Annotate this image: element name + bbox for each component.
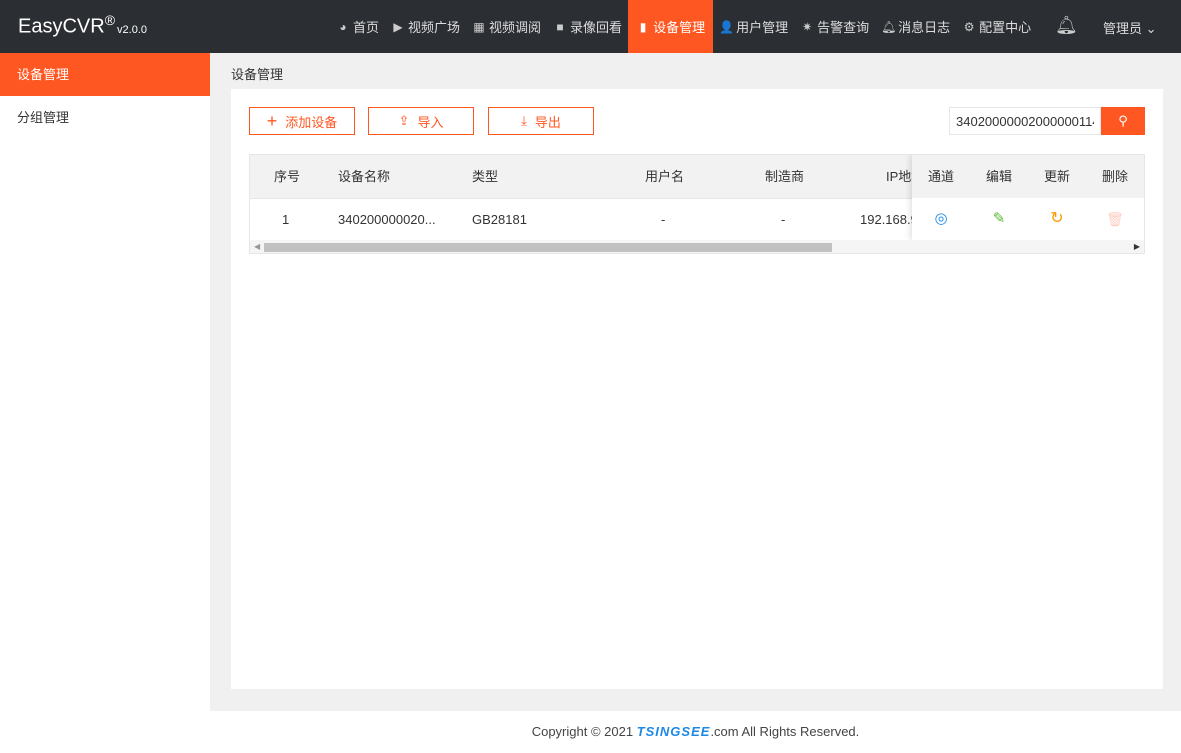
refresh-icon[interactable]: ↻ <box>1028 198 1086 240</box>
cell-ip: 192.168.9 <box>860 212 918 227</box>
device-icon: ▮ <box>639 19 647 34</box>
dashboard-icon: ◕ <box>339 19 347 34</box>
nav-video-view[interactable]: ▦ 视频调阅 <box>466 0 547 53</box>
gear-icon: ⚙ <box>963 19 975 34</box>
nav-video-square[interactable]: ▶ 视频广场 <box>385 0 466 53</box>
bell-icon: 🔔︎ <box>881 19 897 34</box>
user-name: 管理员 <box>1103 21 1143 36</box>
nav-label: 告警查询 <box>817 20 870 35</box>
th-delete: 删除 <box>1101 169 1128 184</box>
channel-camera-icon[interactable]: ◎ <box>912 198 970 240</box>
search-icon: ⚲ <box>1118 113 1128 128</box>
th-manufacturer: 制造商 <box>765 169 805 184</box>
version: v2.0.0 <box>117 23 147 36</box>
footer: Copyright © 2021 TSINGSEE.com All Rights… <box>210 711 1181 753</box>
delete-icon[interactable]: 🗑︎ <box>1086 198 1144 240</box>
download-icon: ⤓ <box>521 113 527 128</box>
nav-label: 消息日志 <box>898 20 951 35</box>
nav-user-management[interactable]: 👤 用户管理 <box>713 0 794 53</box>
nav-label: 配置中心 <box>979 20 1032 35</box>
cell-index: 1 <box>282 212 290 227</box>
horizontal-scrollbar[interactable]: ◀ ▶ <box>250 240 1144 253</box>
nav-label: 录像回看 <box>570 20 623 35</box>
th-index: 序号 <box>274 169 301 184</box>
cell-username: - <box>661 212 666 227</box>
logo-reg: ® <box>104 12 116 28</box>
th-edit: 编辑 <box>985 169 1012 184</box>
search-input[interactable] <box>949 107 1101 135</box>
sidebar: 设备管理 分组管理 <box>0 53 210 753</box>
cell-name: 340200000020... <box>338 212 436 227</box>
nav-home[interactable]: ◕ 首页 <box>330 0 385 53</box>
add-label: 添加设备 <box>285 114 338 130</box>
device-table: 序号 设备名称 类型 用户名 制造商 IP地址 1 340200000020..… <box>249 154 1145 254</box>
logo: EasyCVR®v2.0.0 <box>18 12 147 39</box>
cell-type: GB28181 <box>472 212 527 227</box>
sidebar-item-group-management[interactable]: 分组管理 <box>0 96 210 139</box>
fixed-action-columns: 通道 编辑 更新 删除 ◎ ✎ ↻ 🗑︎ <box>912 155 1144 240</box>
cell-manufacturer: - <box>781 212 786 227</box>
edit-icon[interactable]: ✎ <box>970 198 1028 240</box>
user-icon: 👤 <box>719 19 735 34</box>
th-type: 类型 <box>472 169 499 184</box>
content-card: + 添加设备 ⇪ 导入 ⤓ 导出 ⚲ 序号 设备名称 类型 用户名 制造商 IP地址 … <box>231 89 1163 689</box>
nav-label: 设备管理 <box>653 20 706 35</box>
export-button[interactable]: ⤓ 导出 <box>488 107 594 135</box>
rights-text: .com All Rights Reserved. <box>710 724 860 739</box>
import-button[interactable]: ⇪ 导入 <box>368 107 474 135</box>
nav-alarm-query[interactable]: ✷ 告警查询 <box>794 0 875 53</box>
video-camera-icon: ■ <box>556 19 564 34</box>
breadcrumb: 设备管理 <box>231 67 284 82</box>
th-username: 用户名 <box>645 169 685 184</box>
th-name: 设备名称 <box>338 169 391 184</box>
nav-config-center[interactable]: ⚙ 配置中心 <box>956 0 1037 53</box>
nav-device-management[interactable]: ▮ 设备管理 <box>628 0 714 53</box>
sidebar-item-device-management[interactable]: 设备管理 <box>0 53 210 96</box>
export-label: 导出 <box>534 114 561 130</box>
top-header: EasyCVR®v2.0.0 ◕ 首页 ▶ 视频广场 ▦ 视频调阅 ■ 录像回看 ▮ 设备… <box>0 0 1181 53</box>
scroll-left-icon[interactable]: ◀ <box>254 240 260 253</box>
nav-playback[interactable]: ■ 录像回看 <box>547 0 628 53</box>
notification-bell-icon[interactable]: 🔔︎ <box>1055 15 1078 36</box>
chevron-down-icon: ⌄ <box>1145 21 1157 36</box>
scroll-right-icon[interactable]: ▶ <box>1134 240 1140 253</box>
main-nav: ◕ 首页 ▶ 视频广场 ▦ 视频调阅 ■ 录像回看 ▮ 设备管理 👤 用户管理 ✷ 告警查询 … <box>330 0 1037 53</box>
alarm-icon: ✷ <box>802 19 813 34</box>
brand-link[interactable]: TSINGSEE <box>637 724 711 739</box>
plus-icon: + <box>266 110 278 131</box>
logo-text: EasyCVR <box>18 15 105 38</box>
th-update: 更新 <box>1043 169 1070 184</box>
layout-icon: ▦ <box>473 19 485 34</box>
nav-label: 用户管理 <box>736 20 789 35</box>
scrollbar-thumb[interactable] <box>264 243 832 252</box>
import-label: 导入 <box>417 114 444 130</box>
copyright-text: Copyright © 2021 <box>531 724 637 739</box>
fixed-header: 通道 编辑 更新 删除 <box>912 155 1144 198</box>
upload-icon: ⇪ <box>398 113 410 128</box>
nav-label: 首页 <box>353 20 380 35</box>
add-device-button[interactable]: + 添加设备 <box>249 107 355 135</box>
user-menu[interactable]: 管理员 ⌄ <box>1103 18 1157 37</box>
nav-label: 视频广场 <box>408 20 461 35</box>
play-icon: ▶ <box>393 19 403 34</box>
nav-message-log[interactable]: 🔔︎ 消息日志 <box>875 0 956 53</box>
th-channel: 通道 <box>927 169 954 184</box>
nav-label: 视频调阅 <box>489 20 542 35</box>
search-button[interactable]: ⚲ <box>1101 107 1145 135</box>
